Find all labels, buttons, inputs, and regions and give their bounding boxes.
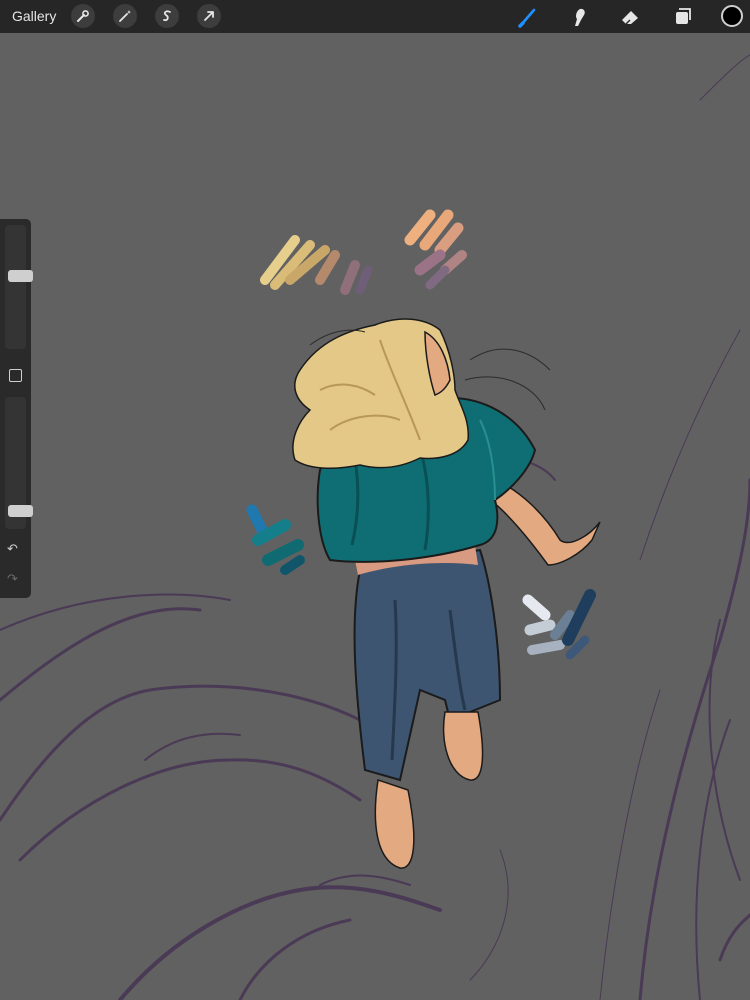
modify-button[interactable] <box>9 369 22 382</box>
layers-icon[interactable] <box>669 4 695 30</box>
smudge-icon[interactable] <box>566 4 592 30</box>
swatch-dabs-blue <box>522 589 596 660</box>
swatch-dabs-teal <box>246 504 305 575</box>
brush-size-thumb[interactable] <box>8 269 33 282</box>
brush-icon[interactable] <box>515 4 541 30</box>
swatch-dabs-hair <box>260 235 373 295</box>
wrench-icon[interactable] <box>71 4 95 28</box>
gallery-button[interactable]: Gallery <box>12 8 56 24</box>
color-swatch[interactable] <box>721 5 743 27</box>
transform-arrow-icon[interactable] <box>197 4 221 28</box>
swatch-dabs-skin <box>404 209 467 290</box>
eraser-icon[interactable] <box>617 4 643 30</box>
sidebar: ↶ ↷ <box>0 219 33 598</box>
selection-icon[interactable] <box>155 4 179 28</box>
undo-icon[interactable]: ↶ <box>7 541 18 557</box>
redo-icon[interactable]: ↷ <box>7 571 18 587</box>
opacity-slider[interactable] <box>5 397 33 529</box>
top-toolbar: Gallery <box>0 0 750 33</box>
opacity-thumb[interactable] <box>8 505 33 517</box>
magic-wand-icon[interactable] <box>113 4 137 28</box>
drawing-canvas[interactable] <box>0 33 750 1000</box>
brush-size-slider[interactable] <box>5 225 33 349</box>
